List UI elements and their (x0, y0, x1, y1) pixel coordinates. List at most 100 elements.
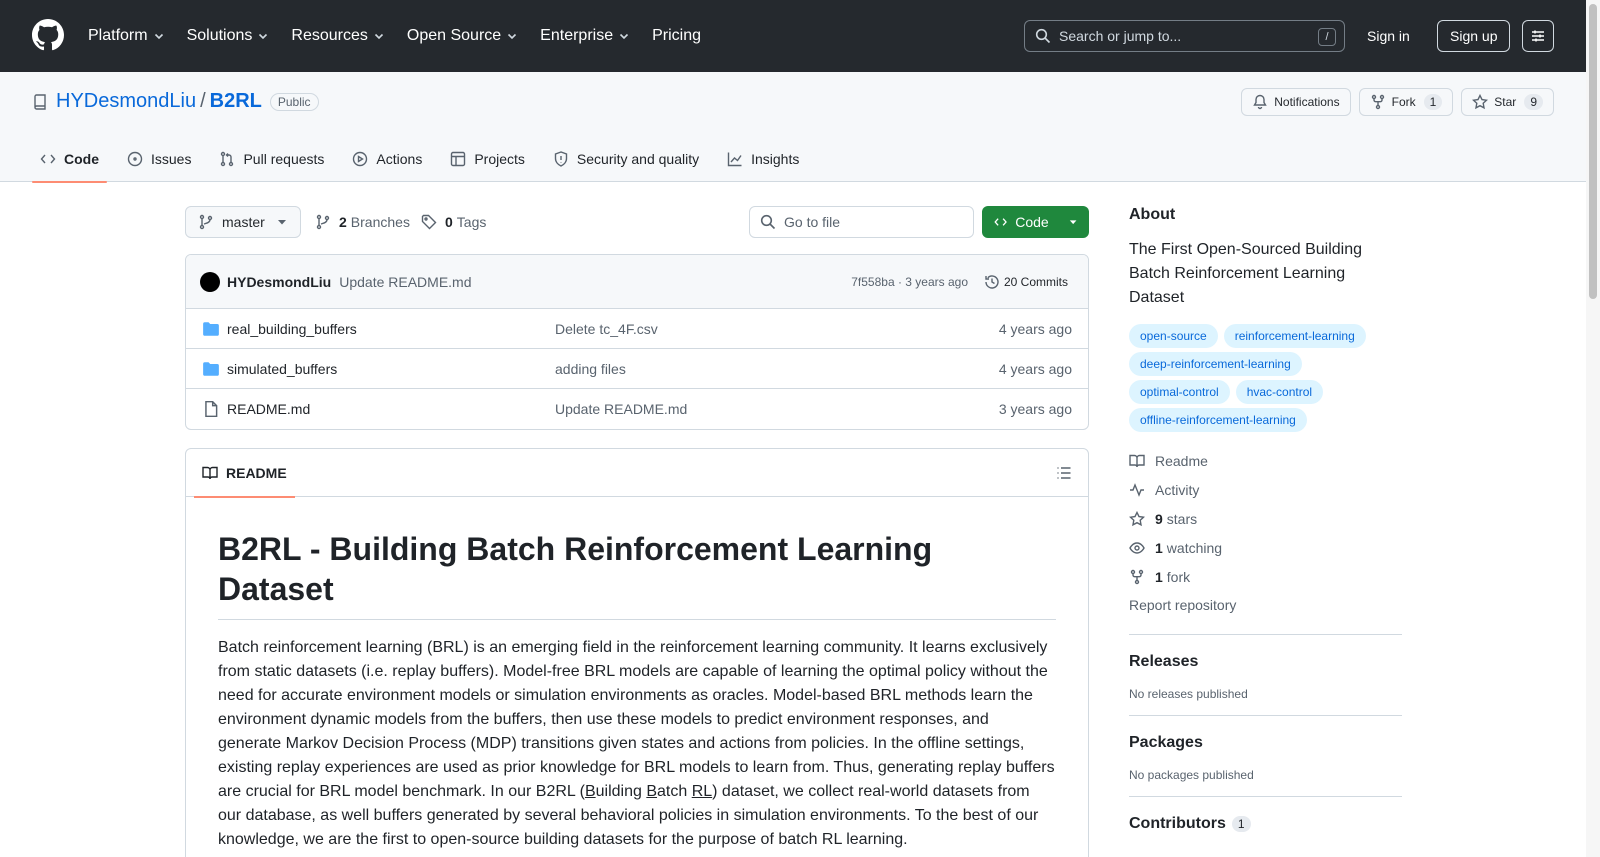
tab-issues[interactable]: Issues (119, 136, 199, 182)
issue-icon (127, 151, 143, 167)
readme-body: B2RL - Building Batch Reinforcement Lear… (186, 497, 1088, 857)
stars-link[interactable]: 9 stars (1129, 504, 1402, 533)
file-icon (205, 400, 218, 418)
tab-insights[interactable]: Insights (719, 136, 807, 182)
global-nav: Platform Solutions Resources Open Source… (88, 0, 723, 72)
search-icon (760, 214, 776, 230)
contributors-heading[interactable]: Contributors 1 (1129, 815, 1402, 833)
tab-projects[interactable]: Projects (442, 136, 533, 182)
topic-tag[interactable]: hvac-control (1235, 380, 1324, 404)
about-sidebar: About The First Open-Sourced Building Ba… (1129, 206, 1402, 833)
tab-actions[interactable]: Actions (344, 136, 430, 182)
branch-icon (316, 214, 330, 230)
tab-label: Insights (751, 151, 800, 167)
notifications-button[interactable]: Notifications (1241, 88, 1351, 116)
avatar[interactable] (200, 271, 220, 292)
about-title: About (1129, 206, 1176, 223)
tags-link[interactable]: 0 Tags (421, 206, 486, 238)
commit-author[interactable]: HYDesmondLiu (227, 274, 331, 290)
tab-security[interactable]: Security and quality (545, 136, 707, 182)
commits-link[interactable]: 20 Commits (984, 274, 1068, 290)
topic-tag[interactable]: offline-reinforcement-learning (1129, 408, 1307, 432)
tab-code[interactable]: Code (32, 136, 107, 183)
file-name[interactable]: README.md (227, 401, 310, 417)
nav-label: Pricing (652, 27, 701, 44)
sign-up-button[interactable]: Sign up (1437, 20, 1511, 52)
packages-title[interactable]: Packages (1129, 734, 1402, 752)
file-time: 4 years ago (998, 320, 1072, 337)
star-count: 9 (1524, 94, 1543, 110)
repo-actions: Notifications Fork 1 Star 9 (1233, 88, 1554, 116)
nav-enterprise[interactable]: Enterprise (540, 27, 630, 45)
tab-pull-requests[interactable]: Pull requests (211, 136, 332, 182)
readme-text: atch (657, 783, 692, 800)
latest-commit-row: HYDesmondLiu Update README.md 7f558ba · … (186, 255, 1088, 309)
book-icon (1129, 454, 1145, 467)
forks-count: 1 (1155, 568, 1163, 585)
table-row[interactable]: real_building_buffers Delete tc_4F.csv 4… (186, 309, 1088, 349)
report-repository-link[interactable]: Report repository (1129, 591, 1402, 620)
commit-message[interactable]: Update README.md (339, 274, 471, 290)
file-commit-message[interactable]: Delete tc_4F.csv (555, 321, 658, 337)
packages-empty: No packages published (1129, 768, 1254, 782)
commit-meta[interactable]: 7f558ba · 3 years ago (851, 275, 968, 289)
file-commit-message[interactable]: adding files (555, 361, 626, 377)
outline-list-icon[interactable] (1056, 465, 1072, 481)
repo-owner-link[interactable]: HYDesmondLiu (56, 90, 196, 113)
file-list: HYDesmondLiu Update README.md 7f558ba · … (185, 254, 1089, 430)
nav-platform[interactable]: Platform (88, 27, 165, 45)
readme-link[interactable]: Readme (1129, 446, 1402, 475)
chevron-down-icon (508, 33, 517, 40)
chevron-down-icon (154, 33, 163, 40)
fork-button[interactable]: Fork 1 (1358, 88, 1454, 116)
nav-solutions[interactable]: Solutions (187, 27, 270, 45)
chevron-down-icon (620, 33, 629, 40)
repo-name-link[interactable]: B2RL (210, 90, 262, 113)
forks-link[interactable]: 1 fork (1129, 562, 1402, 591)
about-description: The First Open-Sourced Building Batch Re… (1129, 241, 1362, 306)
readme-text: B (584, 783, 596, 800)
table-row[interactable]: simulated_buffers adding files 4 years a… (186, 349, 1088, 389)
packages-section: Packages No packages published (1129, 715, 1402, 782)
code-dropdown-button[interactable]: Code (982, 206, 1089, 238)
sign-in-link[interactable]: Sign in (1355, 20, 1422, 52)
topic-tag[interactable]: reinforcement-learning (1223, 324, 1366, 348)
stars-label: stars (1166, 510, 1198, 527)
repo-header: HYDesmondLiu / B2RL Public Notifications… (0, 72, 1586, 183)
topic-tag[interactable]: deep-reinforcement-learning (1129, 352, 1302, 376)
caret-down-icon (1069, 220, 1077, 225)
appearance-settings-button[interactable] (1522, 20, 1554, 52)
folder-icon (203, 361, 219, 376)
scrollbar-thumb[interactable] (1589, 4, 1597, 299)
global-search-input[interactable]: Search or jump to... / (1024, 20, 1345, 52)
star-button[interactable]: Star 9 (1461, 88, 1554, 116)
branches-label: Branches (350, 214, 410, 230)
about-links: Readme Activity 9 stars 1 watching 1 for… (1129, 446, 1402, 620)
topic-tag[interactable]: open-source (1129, 324, 1218, 348)
watchers-link[interactable]: 1 watching (1129, 533, 1402, 562)
repo-icon (34, 93, 46, 110)
repo-separator: / (200, 90, 206, 112)
history-icon (985, 274, 999, 289)
branch-select-button[interactable]: master (185, 206, 301, 238)
file-name[interactable]: real_building_buffers (227, 321, 357, 337)
topic-tag[interactable]: optimal-control (1129, 380, 1230, 404)
file-commit-message[interactable]: Update README.md (555, 401, 687, 417)
nav-open-source[interactable]: Open Source (407, 27, 518, 45)
nav-resources[interactable]: Resources (291, 27, 384, 45)
readme-tab[interactable]: README (194, 449, 295, 498)
readme-panel: README B2RL - Building Batch Reinforceme… (185, 448, 1089, 857)
topics-list: open-source reinforcement-learning deep-… (1129, 324, 1402, 436)
play-icon (353, 151, 368, 167)
releases-title[interactable]: Releases (1129, 653, 1402, 671)
page-scrollbar[interactable] (1586, 0, 1600, 857)
activity-link[interactable]: Activity (1129, 475, 1402, 504)
github-logo-icon[interactable] (32, 19, 64, 51)
graph-icon (727, 152, 742, 167)
table-row[interactable]: README.md Update README.md 3 years ago (186, 389, 1088, 429)
file-name[interactable]: simulated_buffers (227, 361, 337, 377)
go-to-file-input[interactable]: Go to file (749, 206, 974, 238)
nav-pricing[interactable]: Pricing (652, 27, 701, 45)
branches-link[interactable]: 2 Branches (315, 206, 410, 238)
code-icon (994, 218, 1007, 226)
